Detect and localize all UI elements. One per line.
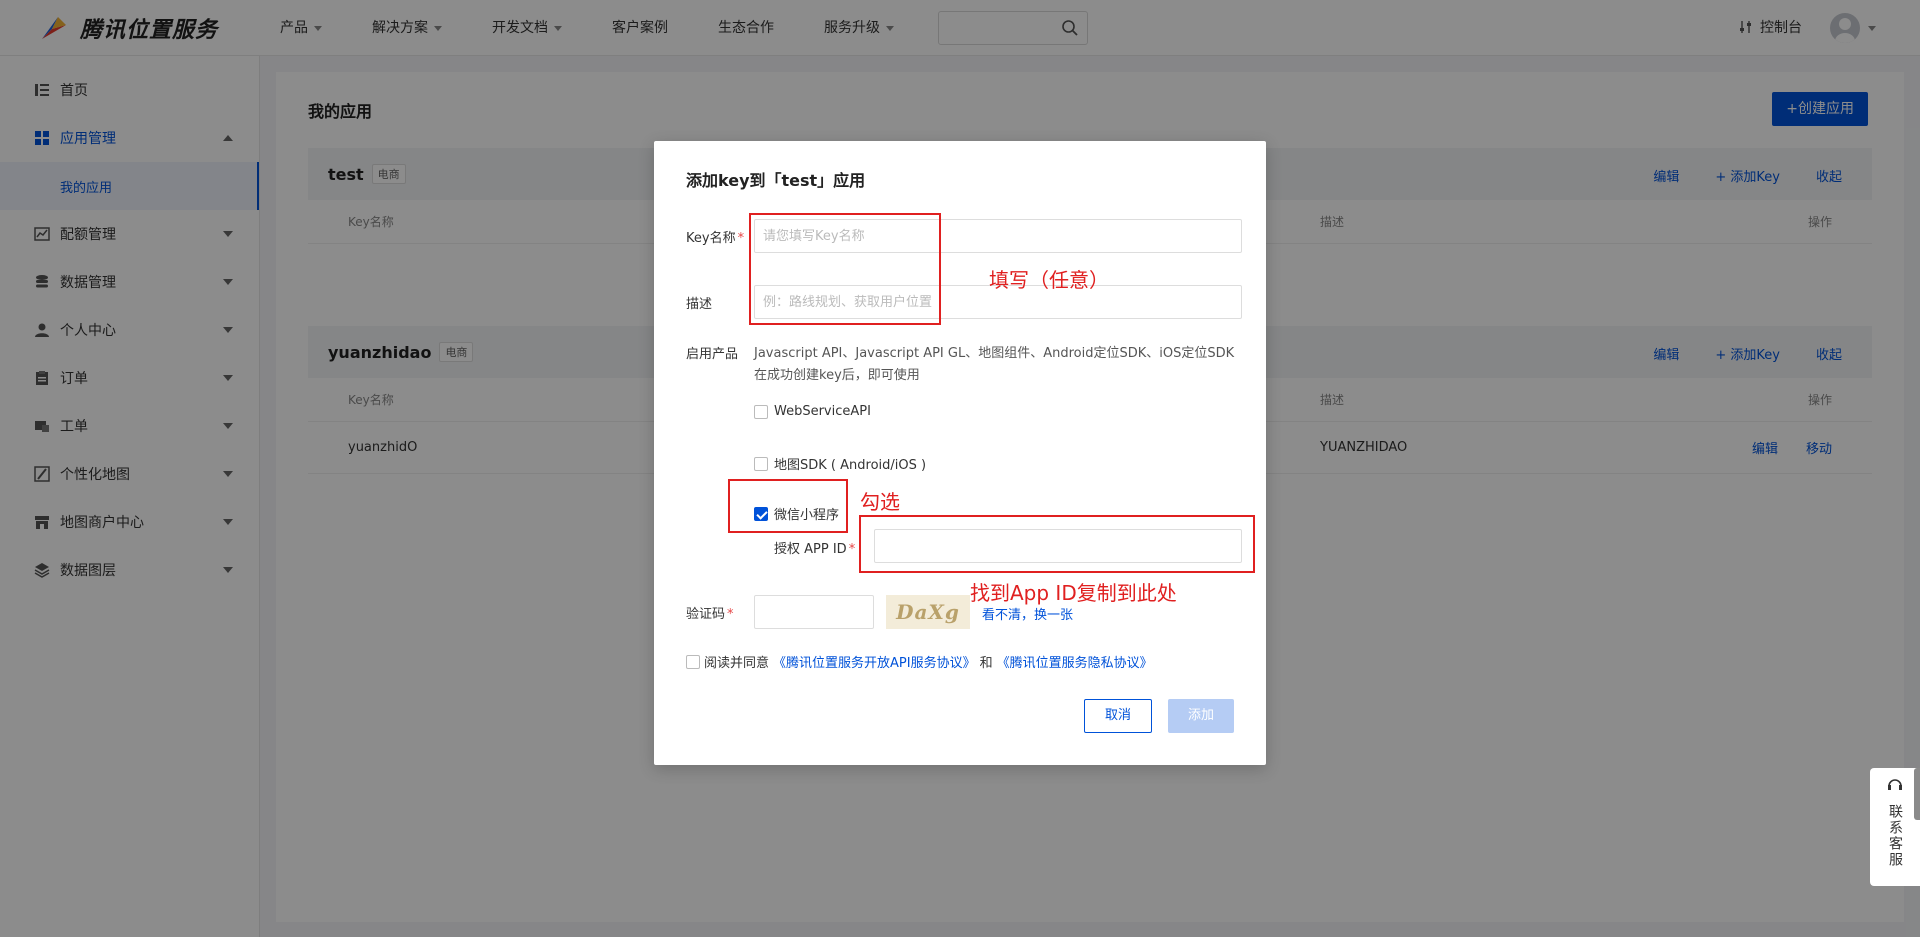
captcha-label: 验证码 * (686, 603, 734, 622)
add-button[interactable]: 添加 (1168, 699, 1234, 733)
products-description: Javascript API、Javascript API GL、地图组件、An… (754, 346, 1235, 383)
option-map-sdk[interactable]: 地图SDK ( Android/iOS ) (754, 454, 926, 473)
annotation-box-key-fields (749, 213, 941, 325)
appid-label-text: 授权 APP ID (774, 542, 847, 557)
api-agreement-link[interactable]: 《腾讯位置服务开放API服务协议》 (773, 652, 976, 671)
annotation-box-checkbox (728, 479, 848, 533)
required-mark: * (848, 542, 856, 557)
key-name-label: Key名称 * (686, 227, 744, 246)
checkbox[interactable] (754, 456, 768, 471)
contact-service-widget[interactable]: 联系客服 (1870, 768, 1920, 886)
products-label: 启用产品 (686, 347, 739, 362)
agreement-row: 阅读并同意 《腾讯位置服务开放API服务协议》 和 《腾讯位置服务隐私协议》 (686, 652, 1153, 671)
option-webserviceapi[interactable]: WebServiceAPI (754, 404, 871, 419)
cancel-button[interactable]: 取消 (1084, 699, 1152, 733)
agree-checkbox[interactable] (686, 654, 700, 669)
checkbox[interactable] (754, 404, 768, 419)
annotation-check-note: 勾选 (860, 490, 900, 514)
headset-icon (1888, 779, 1902, 790)
option-label: WebServiceAPI (774, 404, 871, 419)
option-label: 地图SDK ( Android/iOS ) (774, 458, 927, 473)
add-key-dialog: 添加key到「test」应用 Key名称* 描述 启用产品 Javascript… (654, 141, 1266, 765)
appid-label: 授权 APP ID * (774, 538, 855, 557)
privacy-agreement-link[interactable]: 《腾讯位置服务隐私协议》 (997, 652, 1153, 671)
key-name-label-text: Key名称 (686, 231, 736, 246)
dialog-title: 添加key到「test」应用 (686, 171, 866, 190)
annotation-fill-note: 填写（任意） (989, 268, 1109, 292)
widget-accent (1914, 768, 1920, 820)
annotation-appid-note: 找到App ID复制到此处 (970, 581, 1177, 605)
captcha-refresh-link[interactable]: 看不清，换一张 (982, 604, 1073, 623)
annotation-box-appid (859, 515, 1255, 573)
desc-label: 描述 (686, 297, 713, 312)
captcha-input[interactable] (754, 595, 874, 629)
agree-and-text: 和 (979, 656, 993, 671)
captcha-image[interactable]: DaXg (886, 595, 970, 629)
required-mark: * (737, 231, 745, 246)
agree-text: 阅读并同意 (704, 656, 770, 671)
captcha-label-text: 验证码 (686, 607, 726, 622)
required-mark: * (727, 607, 734, 622)
contact-service-label: 联系客服 (1887, 804, 1903, 868)
